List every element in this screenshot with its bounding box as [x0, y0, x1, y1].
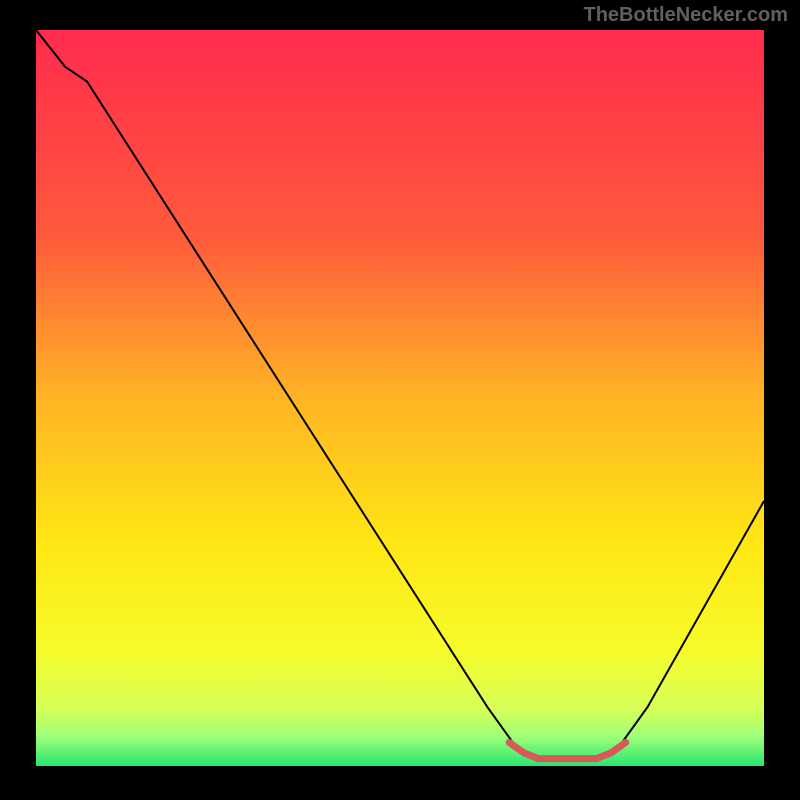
plot-area	[36, 30, 764, 766]
chart-svg	[36, 30, 764, 766]
watermark-text: TheBottleNecker.com	[583, 4, 788, 27]
chart-container: TheBottleNecker.com	[0, 0, 800, 800]
chart-background	[36, 30, 764, 766]
